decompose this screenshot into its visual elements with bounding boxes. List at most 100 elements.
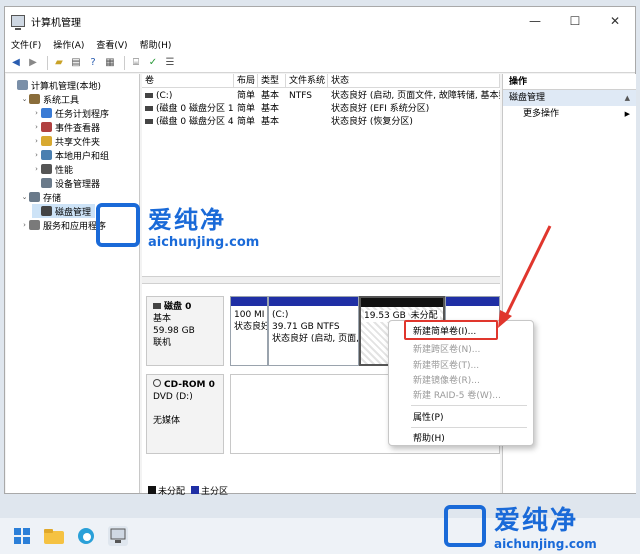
console-icon[interactable]: ⌸ [129,56,143,70]
file-explorer-icon[interactable] [44,526,64,546]
expand-toggle-icon[interactable]: › [32,151,41,159]
table-cell [286,116,328,129]
column-header[interactable]: 布局 [234,74,258,88]
legend-unallocated-label: 未分配 [158,486,186,497]
menu-view[interactable]: 查看(V) [96,38,127,51]
partition-c[interactable]: (C:) 39.71 GB NTFS 状态良好 (启动, 页面, [268,296,359,366]
expand-toggle-icon[interactable]: ⌄ [20,95,29,103]
disk-0-label[interactable]: 磁盘 0 基本 59.98 GB 联机 [146,296,224,366]
table-cell: 简单 [234,103,258,116]
device-icon [41,178,52,188]
legend-unallocated-swatch [148,486,156,494]
computer-management-taskbar-icon[interactable] [108,526,128,546]
table-cell: 状态良好 (启动, 页面文件, 故障转储, 基本数据分区) [328,90,500,103]
table-cell: (磁盘 0 磁盘分区 4) [142,116,234,129]
column-header[interactable]: 文件系统 [286,74,328,88]
partition-efi[interactable]: 100 MI 状态良好 [230,296,268,366]
expand-toggle-icon[interactable]: › [32,123,41,131]
menu-action[interactable]: 操作(A) [53,38,84,51]
menu-bar: 文件(F) 操作(A) 查看(V) 帮助(H) [5,35,635,53]
table-row[interactable]: (磁盘 0 磁盘分区 1) 简单 基本 状态良好 (EFI 系统分区) [142,103,500,116]
tree-item[interactable]: 计算机管理(本地) [8,78,105,92]
tree-item[interactable]: 磁盘管理 [32,204,96,218]
event-icon [41,122,52,132]
view-icon[interactable]: ▦ [103,56,117,70]
performance-icon [41,164,52,174]
tree-item-label: 存储 [43,193,62,204]
tree-item-label: 事件查看器 [55,123,101,134]
tree-item-label: 计算机管理(本地) [31,81,102,92]
users-icon [41,150,52,160]
folder-up-icon[interactable]: ▰ [52,56,66,70]
watermark-corner-logo-icon [444,504,486,547]
tree-item[interactable]: › 事件查看器 [32,120,104,134]
context-menu-item: 新建跨区卷(N)... [413,345,481,355]
expand-toggle-icon[interactable]: › [32,109,41,117]
list-icon[interactable]: ☰ [163,56,177,70]
tree-item-label: 任务计划程序 [55,109,110,120]
table-cell: NTFS [286,90,328,103]
highlight-box [404,320,498,340]
back-arrow-icon[interactable]: ◀ [9,56,23,70]
window-title: 计算机管理 [31,17,81,29]
check-icon[interactable]: ✓ [146,56,160,70]
tree-item[interactable]: ⌄ 系统工具 [20,92,83,106]
context-menu-item: 新建镜像卷(R)... [413,376,480,386]
help-icon[interactable]: ? [86,56,100,70]
tree-item[interactable]: › 共享文件夹 [32,134,104,148]
menu-help[interactable]: 帮助(H) [140,38,172,51]
properties-icon[interactable]: ▤ [69,56,83,70]
table-cell: (C:) [142,90,234,103]
menu-separator [411,427,527,428]
actions-header: 操作 [503,74,636,90]
tree-item[interactable]: › 本地用户和组 [32,148,113,162]
table-row[interactable]: (C:) 简单基本 NTFS 状态良好 (启动, 页面文件, 故障转储, 基本数据分区… [142,90,500,103]
context-menu-item[interactable]: 属性(P) [413,411,443,425]
table-row[interactable]: (磁盘 0 磁盘分区 4) 简单 基本 状态良好 (恢复分区) [142,116,500,129]
table-cell [286,103,328,116]
column-header[interactable]: 卷 [142,74,234,88]
tree-item[interactable]: › 性能 [32,162,77,176]
expand-toggle-icon[interactable]: › [32,165,41,173]
partition-c-size: 39.71 GB NTFS [272,322,340,332]
cell-text: 简单 [237,91,256,101]
column-header[interactable]: 类型 [258,74,286,88]
tree-item[interactable]: 设备管理器 [32,176,104,190]
pane-splitter[interactable] [142,276,500,284]
legend-primary-label: 主分区 [201,486,229,497]
column-header[interactable]: 状态 [328,74,500,88]
cell-text: (磁盘 0 磁盘分区 1) [156,104,234,114]
expand-toggle-icon[interactable]: ⌄ [20,193,29,201]
volume-table-header: 卷布局 类型 文件系统 状态 [142,74,500,88]
legend-primary-swatch [191,486,200,494]
tree-item[interactable]: ⌄ 存储 [20,190,65,204]
expand-toggle-icon[interactable]: › [32,137,41,145]
expand-toggle-icon[interactable]: › [20,221,29,229]
table-cell: 简单 [234,90,258,103]
services-icon [29,220,40,230]
tree-item[interactable]: › 任务计划程序 [32,106,113,120]
watermark-logo-icon [96,203,140,247]
cdrom-0-label[interactable]: CD-ROM 0 DVD (D:) 无媒体 [146,374,224,454]
toolbar: ◀ ▶ ▰ ▤ ? ▦ ⌸ ✓ ☰ [5,53,635,73]
maximize-button[interactable]: ☐ [555,7,595,35]
cell-text: 基本 [261,104,280,114]
watermark-corner: 爱纯净 aichunjing.com [444,500,597,551]
cell-text: 基本 [261,91,280,101]
context-menu-item[interactable]: 帮助(H) [413,432,445,446]
table-cell: 状态良好 (恢复分区) [328,116,500,129]
disk-icon [153,303,161,309]
title-bar[interactable]: 计算机管理 — ☐ ✕ [5,7,635,35]
close-button[interactable]: ✕ [595,7,635,35]
volume-icon [145,119,153,124]
more-actions[interactable]: 更多操作 [503,106,636,122]
forward-arrow-icon[interactable]: ▶ [26,56,40,70]
disk-icon [41,206,52,216]
partition-c-status: 状态良好 (启动, 页面, [272,334,359,344]
edge-browser-icon[interactable] [76,526,96,546]
start-button[interactable] [12,526,32,546]
watermark-corner-brand: 爱纯净 [494,506,579,536]
actions-section-disk-management[interactable]: 磁盘管理 [503,90,636,106]
menu-file[interactable]: 文件(F) [11,38,41,51]
minimize-button[interactable]: — [515,7,555,35]
